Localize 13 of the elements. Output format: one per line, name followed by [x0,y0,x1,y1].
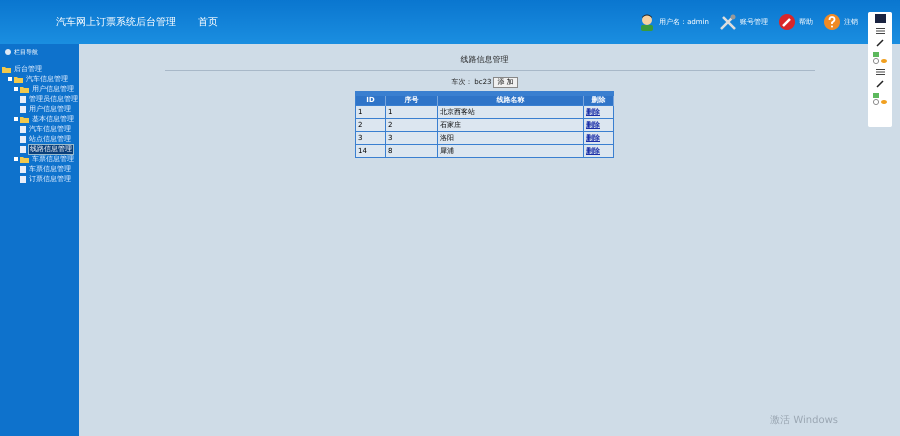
menu-icon[interactable] [876,69,884,75]
question-icon [823,13,841,31]
folder-icon [20,156,29,162]
pencil-icon [778,13,796,31]
nav-icon [5,49,11,55]
status-icons[interactable] [873,52,887,64]
status-icons[interactable] [873,93,887,105]
menu-icon[interactable] [876,28,884,34]
folder-icon [20,116,29,122]
nav-link[interactable]: 首页 [198,14,218,30]
site-title: 汽车网上订票系统后台管理 [56,16,176,30]
page-title: 线路信息管理 [460,54,508,66]
tools-icon [719,13,737,31]
